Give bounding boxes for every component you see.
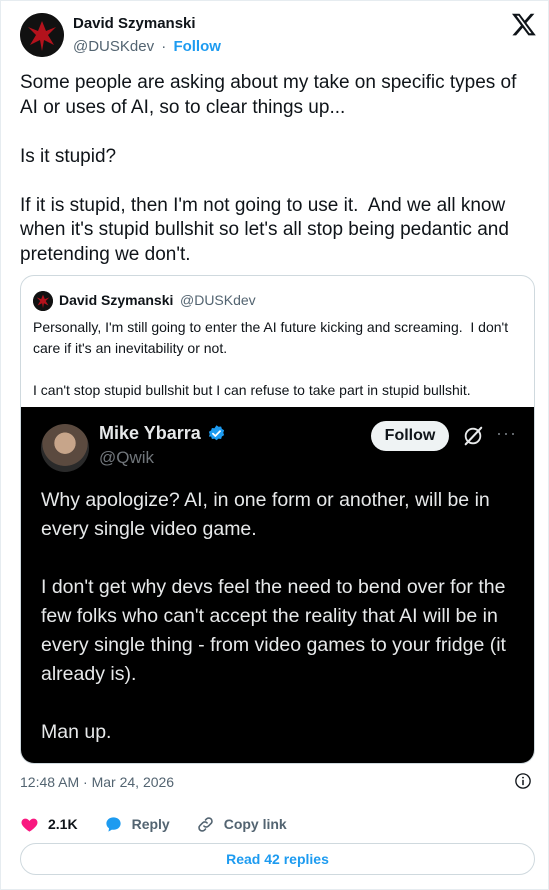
tweet-card: David Szymanski @DUSKdev · Follow Some p…: [0, 0, 549, 890]
read-replies-button[interactable]: Read 42 replies: [20, 843, 535, 875]
embed-avatar: [41, 424, 89, 472]
author-name[interactable]: David Szymanski: [73, 15, 196, 32]
like-button[interactable]: 2.1K: [20, 815, 78, 834]
info-icon[interactable]: [514, 772, 532, 790]
embed-author-handle: @Qwik: [99, 448, 155, 467]
quote-author-handle: @DUSKdev: [180, 292, 256, 308]
copy-link-button[interactable]: Copy link: [196, 815, 287, 834]
more-options-icon: ···: [496, 423, 517, 443]
embedded-tweet-image: Mike Ybarra @Qwik Follow ··· Why apologi…: [21, 407, 534, 763]
copy-link-label: Copy link: [223, 816, 287, 832]
heart-icon: [21, 818, 38, 832]
follow-link[interactable]: Follow: [173, 38, 221, 55]
reply-label: Reply: [131, 816, 170, 832]
reply-button[interactable]: Reply: [104, 815, 170, 834]
embed-author-name: Mike Ybarra: [99, 423, 201, 443]
author-avatar[interactable]: [20, 13, 64, 57]
quote-text: Personally, I'm still going to enter the…: [33, 319, 509, 398]
like-count: 2.1K: [48, 816, 78, 832]
meta-separator: ·: [161, 38, 167, 55]
link-icon: [197, 816, 213, 832]
reply-bubble-icon: [105, 816, 121, 832]
action-bar: 2.1K Reply Copy link: [20, 813, 287, 835]
author-meta: @DUSKdev · Follow: [73, 38, 221, 55]
quote-avatar: [33, 291, 53, 311]
tweet-timestamp[interactable]: 12:48 AM · Mar 24, 2026: [20, 774, 174, 790]
tweet-text: Some people are asking about my take on …: [20, 72, 517, 265]
quoted-tweet[interactable]: David Szymanski @DUSKdev Personally, I'm…: [20, 275, 535, 764]
x-logo-icon[interactable]: [511, 11, 537, 37]
embed-author-row: Mike Ybarra: [99, 423, 226, 444]
author-avatar-logo-icon: [20, 13, 64, 57]
author-handle[interactable]: @DUSKdev: [73, 38, 154, 55]
verified-badge-icon: [208, 425, 224, 441]
quote-avatar-logo-icon: [33, 291, 53, 311]
embed-follow-button: Follow: [371, 421, 449, 451]
grok-icon: [464, 426, 483, 446]
quote-author-name: David Szymanski: [59, 292, 174, 308]
embed-text: Why apologize? AI, in one form or anothe…: [41, 489, 506, 743]
